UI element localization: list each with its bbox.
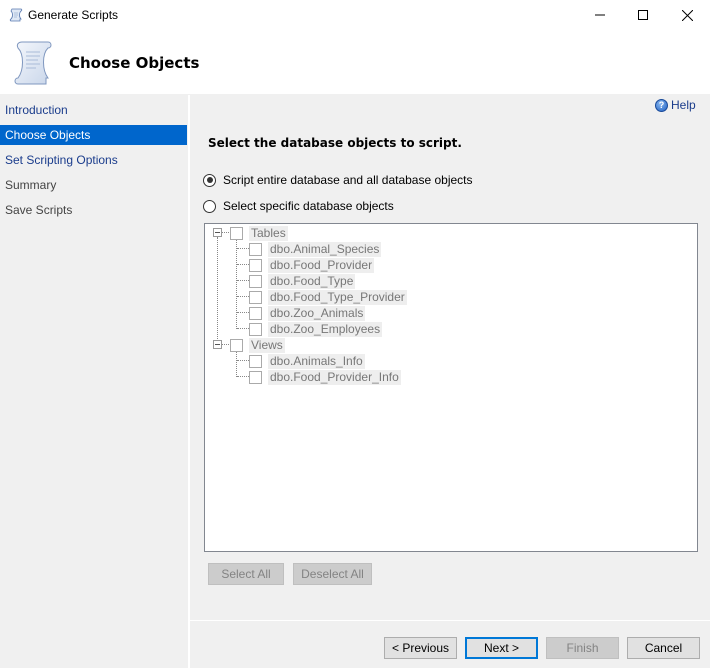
object-tree[interactable]: Tables dbo.Animal_Species dbo.Food_Provi…	[204, 223, 698, 552]
tree-line	[237, 280, 249, 281]
footer-divider	[190, 620, 710, 621]
scroll-icon	[14, 41, 52, 85]
node-label: dbo.Zoo_Animals	[268, 305, 366, 321]
deselect-all-button[interactable]: Deselect All	[293, 563, 372, 585]
checkbox[interactable]	[249, 274, 262, 288]
node-label: Tables	[249, 225, 288, 241]
divider	[188, 95, 190, 668]
node-label: dbo.Animal_Species	[268, 241, 382, 257]
previous-button[interactable]: < Previous	[384, 637, 457, 659]
nav-item-set-scripting-options[interactable]: Set Scripting Options	[0, 150, 187, 170]
radio-button[interactable]	[203, 199, 216, 213]
tree-line	[237, 264, 249, 265]
tree-node-table[interactable]: dbo.Zoo_Employees	[249, 321, 383, 337]
node-label: dbo.Zoo_Employees	[268, 321, 383, 337]
node-label: dbo.Food_Provider	[268, 257, 375, 273]
finish-button[interactable]: Finish	[546, 637, 619, 659]
collapse-views-toggle[interactable]	[213, 340, 222, 349]
minimize-icon	[595, 14, 605, 16]
tree-line	[222, 344, 229, 345]
window-title: Generate Scripts	[28, 8, 119, 22]
option-label: Select specific database objects	[223, 199, 394, 213]
select-all-button[interactable]: Select All	[208, 563, 284, 585]
tree-line	[217, 237, 218, 345]
maximize-button[interactable]	[620, 0, 666, 30]
tree-node-table[interactable]: dbo.Food_Type_Provider	[249, 289, 407, 305]
maximize-icon	[638, 10, 648, 20]
tree-line	[222, 232, 229, 233]
nav-item-introduction[interactable]: Introduction	[0, 100, 187, 120]
tree-line	[236, 240, 237, 329]
nav-item-save-scripts: Save Scripts	[5, 203, 73, 217]
checkbox[interactable]	[230, 338, 243, 352]
option-specific-objects[interactable]: Select specific database objects	[203, 199, 394, 213]
checkbox[interactable]	[230, 226, 243, 240]
next-button[interactable]: Next >	[465, 637, 538, 659]
tree-line	[236, 352, 237, 377]
scroll-icon	[9, 8, 23, 22]
tree-node-table[interactable]: dbo.Zoo_Animals	[249, 305, 366, 321]
section-title: Select the database objects to script.	[208, 136, 462, 150]
node-label: Views	[249, 337, 285, 353]
node-label: dbo.Food_Type_Provider	[268, 289, 407, 305]
option-entire-database[interactable]: Script entire database and all database …	[203, 173, 473, 187]
checkbox[interactable]	[249, 306, 262, 320]
node-label: dbo.Animals_Info	[268, 353, 365, 369]
checkbox[interactable]	[249, 354, 262, 368]
checkbox[interactable]	[249, 322, 262, 336]
tree-node-view[interactable]: dbo.Animals_Info	[249, 353, 365, 369]
node-label: dbo.Food_Provider_Info	[268, 369, 401, 385]
checkbox[interactable]	[249, 290, 262, 304]
tree-node-table[interactable]: dbo.Animal_Species	[249, 241, 382, 257]
help-label: Help	[671, 98, 696, 112]
help-icon: ?	[655, 98, 668, 112]
tree-line	[237, 312, 249, 313]
tree-node-tables[interactable]: Tables	[230, 225, 288, 241]
close-button[interactable]	[664, 0, 710, 30]
node-label: dbo.Food_Type	[268, 273, 356, 289]
nav-item-summary: Summary	[5, 178, 57, 192]
tree-line	[237, 376, 249, 377]
tree-node-view[interactable]: dbo.Food_Provider_Info	[249, 369, 401, 385]
cancel-button[interactable]: Cancel	[627, 637, 700, 659]
nav-item-choose-objects[interactable]: Choose Objects	[0, 125, 187, 145]
tree-line	[237, 360, 249, 361]
tree-line	[237, 328, 249, 329]
wizard-nav: Introduction Choose Objects Set Scriptin…	[0, 95, 187, 668]
checkbox[interactable]	[249, 370, 262, 384]
radio-button-checked[interactable]	[203, 173, 216, 187]
tree-line	[237, 296, 249, 297]
tree-node-views[interactable]: Views	[230, 337, 285, 353]
tree-line	[237, 248, 249, 249]
checkbox[interactable]	[249, 242, 262, 256]
minimize-button[interactable]	[577, 0, 623, 30]
close-icon	[681, 9, 693, 21]
wizard-header: Choose Objects	[0, 30, 710, 94]
option-label: Script entire database and all database …	[223, 173, 473, 187]
collapse-tables-toggle[interactable]	[213, 228, 222, 237]
title-bar: Generate Scripts	[0, 0, 710, 30]
help-link[interactable]: ? Help	[655, 98, 696, 112]
checkbox[interactable]	[249, 258, 262, 272]
tree-node-table[interactable]: dbo.Food_Type	[249, 273, 356, 289]
page-title: Choose Objects	[69, 54, 200, 72]
tree-node-table[interactable]: dbo.Food_Provider	[249, 257, 375, 273]
